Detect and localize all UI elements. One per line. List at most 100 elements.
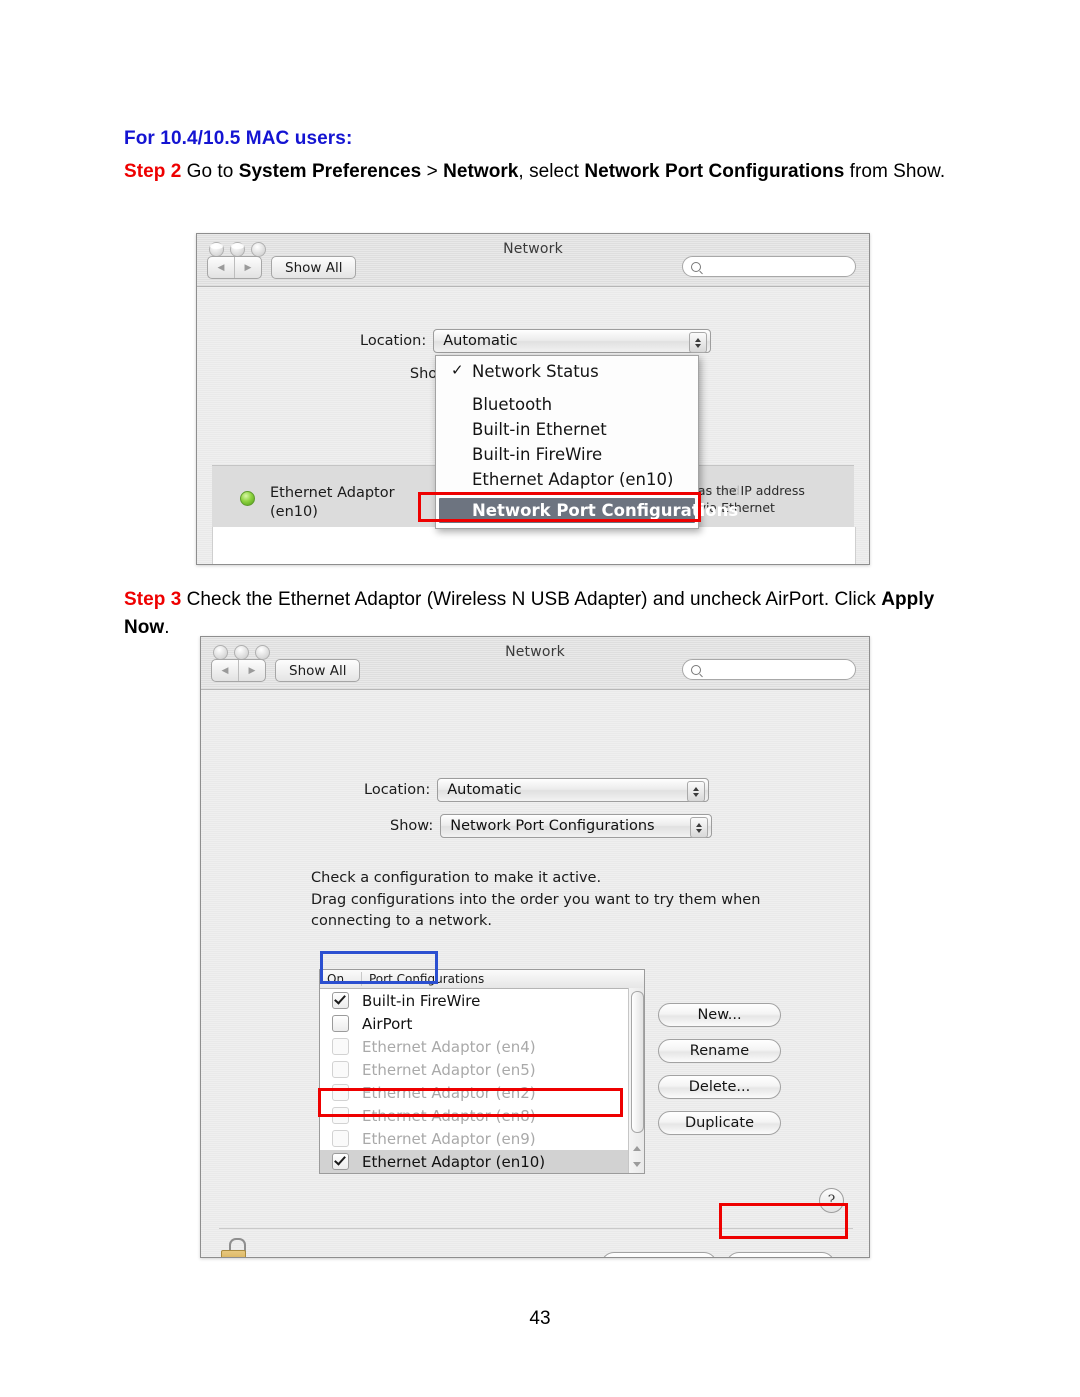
table-scrollbar[interactable] bbox=[628, 988, 644, 1173]
menu-item-network-port-configurations[interactable]: Network Port Configurations bbox=[439, 498, 738, 523]
check-icon: ✓ bbox=[451, 361, 464, 379]
menu-item-built-in-ethernet[interactable]: Built-in Ethernet bbox=[436, 417, 698, 442]
window1-status-name-line2: (en10) bbox=[270, 504, 318, 520]
checkbox-ethernet-adaptor-en5[interactable] bbox=[332, 1061, 349, 1078]
step-2-text-4: from Show. bbox=[844, 161, 946, 182]
delete-button[interactable]: Delete... bbox=[658, 1075, 781, 1099]
table-row[interactable]: Ethernet Adaptor (en4) bbox=[320, 1035, 644, 1058]
step-2-bold-3: Network Port Configurations bbox=[584, 161, 845, 182]
step-2-paragraph: Step 2 Go to System Preferences > Networ… bbox=[124, 158, 954, 186]
table-row[interactable]: Ethernet Adaptor (en2) bbox=[320, 1081, 644, 1104]
menu-item-built-in-firewire[interactable]: Built-in FireWire bbox=[436, 442, 698, 467]
back-arrow-icon[interactable]: ◀ bbox=[208, 257, 235, 278]
window1-nav-segmented[interactable]: ◀ ▶ bbox=[207, 256, 262, 279]
page-number: 43 bbox=[529, 1308, 551, 1329]
step-3-text-2: . bbox=[164, 617, 170, 638]
table-row[interactable]: Ethernet Adaptor (en10) bbox=[320, 1150, 644, 1173]
checkbox-ethernet-adaptor-en8[interactable] bbox=[332, 1107, 349, 1124]
window2-info-line2: Drag configurations into the order you w… bbox=[311, 891, 761, 908]
table-row[interactable]: Built-in FireWire bbox=[320, 989, 644, 1012]
table-row-label: Ethernet Adaptor (en5) bbox=[362, 1060, 536, 1079]
padlock-body bbox=[221, 1250, 246, 1257]
table-row-label: Ethernet Adaptor (en9) bbox=[362, 1129, 536, 1148]
window2-info-line3: connecting to a network. bbox=[311, 913, 492, 929]
window2-show-all-button[interactable]: Show All bbox=[275, 659, 361, 682]
duplicate-button[interactable]: Duplicate bbox=[658, 1111, 781, 1135]
window1-status-name-line1: Ethernet Adaptor bbox=[270, 485, 395, 501]
step-2-bold-1: System Preferences bbox=[238, 161, 422, 182]
forward-arrow-icon-2[interactable]: ▶ bbox=[239, 660, 265, 681]
port-configurations-table[interactable]: On Port Configurations Built-in FireWire… bbox=[319, 969, 645, 1174]
window1-status-desc-line1: has the IP address bbox=[690, 483, 805, 498]
step-2-text-1: Go to bbox=[181, 161, 239, 182]
checkbox-ethernet-adaptor-en2[interactable] bbox=[332, 1084, 349, 1101]
window1-toolbar: ◀ ▶ Show All bbox=[207, 256, 357, 279]
assist-me-button[interactable]: Assist me... bbox=[601, 1252, 717, 1257]
step-2-bold-2: Network bbox=[443, 161, 519, 182]
window1-location-row: Location: Automatic bbox=[360, 329, 712, 353]
table-row-label: Ethernet Adaptor (en10) bbox=[362, 1152, 546, 1171]
column-header-on: On bbox=[320, 972, 362, 986]
network-window-bottom: Network ◀ ▶ Show All Location: Automatic… bbox=[200, 636, 870, 1258]
checkbox-ethernet-adaptor-en9[interactable] bbox=[332, 1130, 349, 1147]
unlocked-padlock-icon[interactable] bbox=[221, 1238, 247, 1257]
window2-show-value: Network Port Configurations bbox=[450, 818, 655, 834]
window1-show-dropdown-menu[interactable]: ✓ Network Status Bluetooth Built-in Ethe… bbox=[435, 355, 738, 529]
menu-item-network-status-label: Network Status bbox=[472, 362, 599, 381]
apply-now-button[interactable]: Apply Now bbox=[726, 1252, 836, 1257]
page-title: For 10.4/10.5 MAC users: bbox=[124, 128, 353, 149]
menu-item-network-status[interactable]: ✓ Network Status bbox=[436, 359, 698, 384]
window2-titlebar: Network ◀ ▶ Show All bbox=[201, 637, 869, 690]
step-2-label: Step 2 bbox=[124, 161, 182, 182]
window2-nav-segmented[interactable]: ◀ ▶ bbox=[211, 659, 266, 682]
table-row[interactable]: Ethernet Adaptor (en9) bbox=[320, 1127, 644, 1150]
table-scrollbar-thumb[interactable] bbox=[631, 991, 644, 1133]
checkbox-built-in-firewire[interactable] bbox=[332, 992, 349, 1009]
window2-toolbar: ◀ ▶ Show All bbox=[211, 659, 361, 682]
window2-body: Location: Automatic Show: Network Port C… bbox=[201, 690, 869, 1257]
forward-arrow-icon[interactable]: ▶ bbox=[235, 257, 261, 278]
window1-title: Network bbox=[503, 241, 563, 257]
table-row[interactable]: Ethernet Adaptor (en8) bbox=[320, 1104, 644, 1127]
back-arrow-icon-2[interactable]: ◀ bbox=[212, 660, 239, 681]
table-row[interactable]: AirPort bbox=[320, 1012, 644, 1035]
search-icon bbox=[691, 261, 701, 272]
window2-info-line1: Check a configuration to make it active. bbox=[311, 870, 602, 886]
table-row-label: Ethernet Adaptor (en8) bbox=[362, 1106, 536, 1125]
window2-location-value: Automatic bbox=[447, 782, 522, 798]
window1-search-input[interactable] bbox=[682, 256, 856, 277]
window2-info-paragraph: Check a configuration to make it active.… bbox=[311, 868, 760, 933]
step-2-text-2: > bbox=[421, 161, 444, 182]
help-button[interactable]: ? bbox=[819, 1188, 844, 1213]
table-row[interactable]: Ethernet Adaptor (en5) bbox=[320, 1058, 644, 1081]
window2-show-select[interactable]: Network Port Configurations bbox=[440, 814, 713, 838]
scroll-up-arrow-icon[interactable] bbox=[633, 1146, 641, 1151]
window2-show-row: Show: Network Port Configurations bbox=[390, 814, 713, 838]
menu-bottom-padding bbox=[436, 523, 698, 528]
window1-location-select[interactable]: Automatic bbox=[433, 329, 712, 353]
window1-show-all-button[interactable]: Show All bbox=[271, 256, 357, 279]
checkbox-ethernet-adaptor-en4[interactable] bbox=[332, 1038, 349, 1055]
scroll-down-arrow-icon[interactable] bbox=[633, 1162, 641, 1167]
rename-button[interactable]: Rename bbox=[658, 1039, 781, 1063]
menu-item-ethernet-adaptor-en10[interactable]: Ethernet Adaptor (en10) bbox=[436, 467, 698, 492]
chevron-updown-icon-4 bbox=[690, 817, 709, 838]
window2-location-label: Location: bbox=[364, 782, 431, 798]
window2-location-select[interactable]: Automatic bbox=[437, 778, 710, 802]
bottom-separator bbox=[219, 1228, 853, 1229]
menu-separator-gap bbox=[436, 384, 698, 392]
chevron-updown-icon bbox=[689, 332, 708, 353]
chevron-updown-icon-3 bbox=[687, 781, 706, 802]
menu-item-bluetooth[interactable]: Bluetooth bbox=[436, 392, 698, 417]
window2-search-input[interactable] bbox=[682, 659, 856, 680]
table-row-label: AirPort bbox=[362, 1014, 413, 1033]
window1-location-label: Location: bbox=[360, 333, 427, 349]
window1-white-pane bbox=[212, 527, 856, 564]
checkbox-ethernet-adaptor-en10[interactable] bbox=[332, 1153, 349, 1170]
step-2-text-3: , select bbox=[518, 161, 585, 182]
step-3-text-1: Check the Ethernet Adaptor (Wireless N U… bbox=[181, 589, 882, 610]
window1-status-name: Ethernet Adaptor (en10) bbox=[270, 484, 395, 522]
checkbox-airport[interactable] bbox=[332, 1015, 349, 1032]
table-header-row: On Port Configurations bbox=[320, 970, 644, 989]
new-button[interactable]: New... bbox=[658, 1003, 781, 1027]
